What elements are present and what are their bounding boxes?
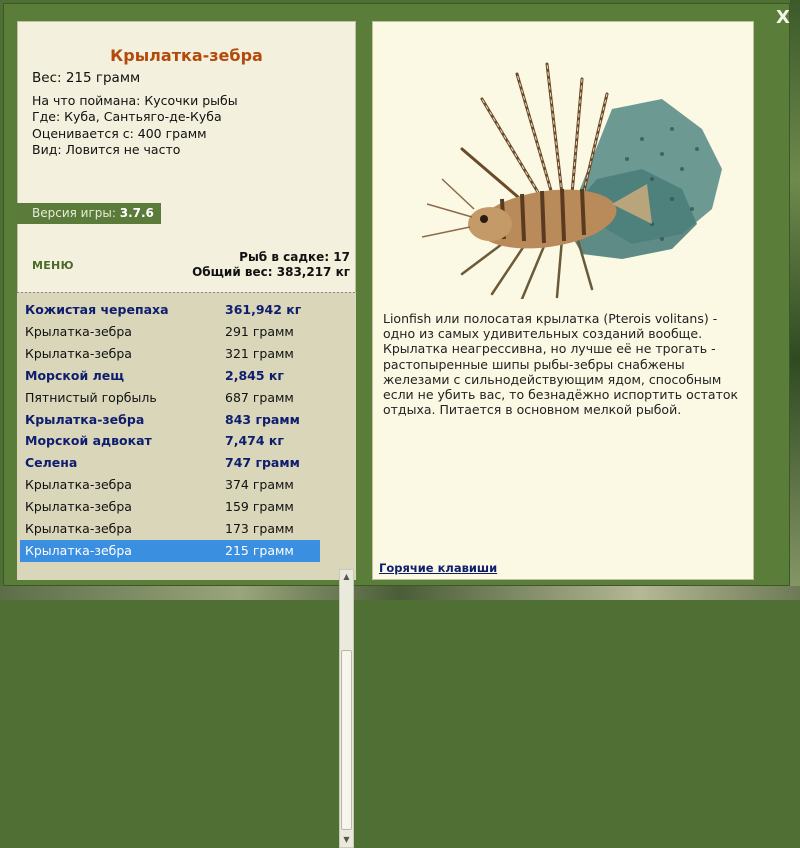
catch-list-row[interactable]: Морской адвокат 7,474 кг — [20, 430, 320, 452]
catch-weight: 747 грамм — [225, 455, 300, 471]
catch-weight: 291 грамм — [225, 323, 294, 339]
rarity: Вид: Ловится не часто — [32, 141, 181, 157]
catch-list-row[interactable]: Кожистая черепаха 361,942 кг — [20, 299, 320, 321]
scroll-down-arrow-icon[interactable]: ▼ — [340, 833, 353, 847]
lionfish-image — [422, 62, 722, 299]
catch-name: Пятнистый горбыль — [25, 389, 157, 405]
catch-weight: 173 грамм — [225, 521, 294, 536]
catch-weight: 687 грамм — [225, 389, 294, 405]
catch-weight: 215 грамм — [225, 542, 294, 558]
catch-name: Крылатка-зебра — [25, 323, 132, 339]
catch-weight: 374 грамм — [225, 477, 294, 493]
catch-name: Селена — [25, 455, 78, 471]
catch-list: Кожистая черепаха 361,942 кг Крылатка-зебр… — [17, 292, 356, 848]
catch-name: Крылатка-зебра — [25, 345, 132, 361]
cage-stats: Рыб в садке: 17 Общий вес: 383,217 кг — [192, 250, 350, 280]
total-weight: Общий вес: 383,217 кг — [192, 265, 350, 279]
catch-name: Крылатка-зебра — [25, 521, 132, 536]
catch-name: Кожистая черепаха — [25, 302, 169, 317]
list-scrollbar[interactable]: ▲ ▼ — [339, 569, 354, 848]
version-badge: Версия игры: 3.7.6 — [17, 203, 161, 224]
min-value: Оценивается с: 400 грамм — [32, 125, 207, 141]
fish-details: На что поймана: Кусочки рыбы Где: Куба, … — [32, 93, 238, 158]
catch-name: Крылатка-зебра — [25, 477, 132, 493]
catch-location: Где: Куба, Сантьяго-де-Куба — [32, 109, 222, 125]
background-scenery-right — [790, 0, 800, 600]
catch-name: Крылатка-зебра — [25, 411, 145, 427]
background-scenery-bottom — [0, 586, 800, 600]
catch-list-row[interactable]: Крылатка-зебра 374 грамм — [20, 474, 320, 496]
fish-description: Lionfish или полосатая крылатка (Pterois… — [383, 311, 739, 418]
caught-with: На что поймана: Кусочки рыбы — [32, 93, 238, 108]
catch-weight: 2,845 кг — [225, 367, 284, 383]
catch-weight: 321 грамм — [225, 345, 294, 361]
menu-button[interactable]: МЕНЮ — [32, 259, 74, 272]
catch-name: Крылатка-зебра — [25, 542, 132, 558]
hotkeys-link[interactable]: Горячие клавиши — [379, 561, 497, 575]
catch-list-row[interactable]: Крылатка-зебра 173 грамм — [20, 518, 320, 540]
fish-info-panel: Крылатка-зебра Вес: 215 грамм На что пой… — [17, 21, 356, 848]
version-label: Версия игры: — [32, 206, 116, 220]
catch-list-row[interactable]: Крылатка-зебра 291 грамм — [20, 321, 320, 343]
catch-name: Морской лещ — [25, 367, 125, 383]
fish-title: Крылатка-зебра — [110, 46, 263, 65]
catch-list-row[interactable]: Селена 747 грамм — [20, 452, 320, 474]
fish-count: Рыб в садке: 17 — [239, 250, 350, 264]
scroll-thumb[interactable] — [341, 650, 352, 830]
catch-name: Крылатка-зебра — [25, 499, 132, 515]
catch-weight: 361,942 кг — [225, 302, 302, 317]
catch-list-row[interactable]: Крылатка-зебра 159 грамм — [20, 496, 320, 518]
fish-weight: Вес: 215 грамм — [32, 70, 141, 86]
fish-description-panel: Lionfish или полосатая крылатка (Pterois… — [372, 21, 754, 580]
scroll-up-arrow-icon[interactable]: ▲ — [340, 570, 353, 584]
catch-list-row[interactable]: Крылатка-зебра 321 грамм — [20, 343, 320, 365]
close-button[interactable]: X — [774, 9, 792, 27]
catch-list-row[interactable]: Морской лещ 2,845 кг — [20, 365, 320, 387]
list-divider — [17, 292, 356, 293]
catch-name: Морской адвокат — [25, 433, 152, 449]
catch-weight: 7,474 кг — [225, 433, 284, 449]
catch-list-row[interactable]: Крылатка-зебра 843 грамм — [20, 409, 320, 431]
catch-list-row[interactable]: Крылатка-зебра 215 грамм — [20, 539, 320, 562]
catch-list-row[interactable]: Пятнистый горбыль 687 грамм — [20, 387, 320, 409]
catch-weight: 843 грамм — [225, 411, 300, 427]
version-value: 3.7.6 — [119, 206, 154, 220]
catch-weight: 159 грамм — [225, 499, 294, 515]
